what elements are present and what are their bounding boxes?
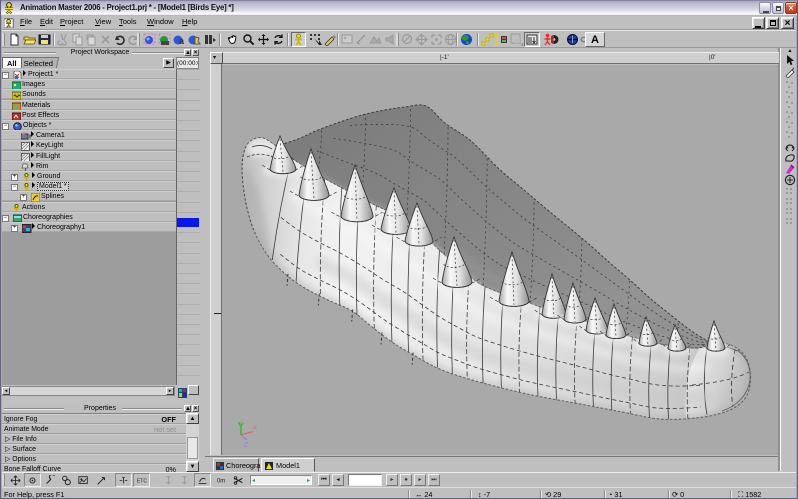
- svg-text:0m: 0m: [217, 479, 225, 485]
- svg-text:ETC: ETC: [137, 479, 147, 485]
- svg-text:Z: Z: [244, 442, 249, 449]
- svg-text:X: X: [253, 426, 257, 432]
- svg-text:Y: Y: [238, 422, 242, 428]
- svg-text:a: a: [179, 36, 185, 46]
